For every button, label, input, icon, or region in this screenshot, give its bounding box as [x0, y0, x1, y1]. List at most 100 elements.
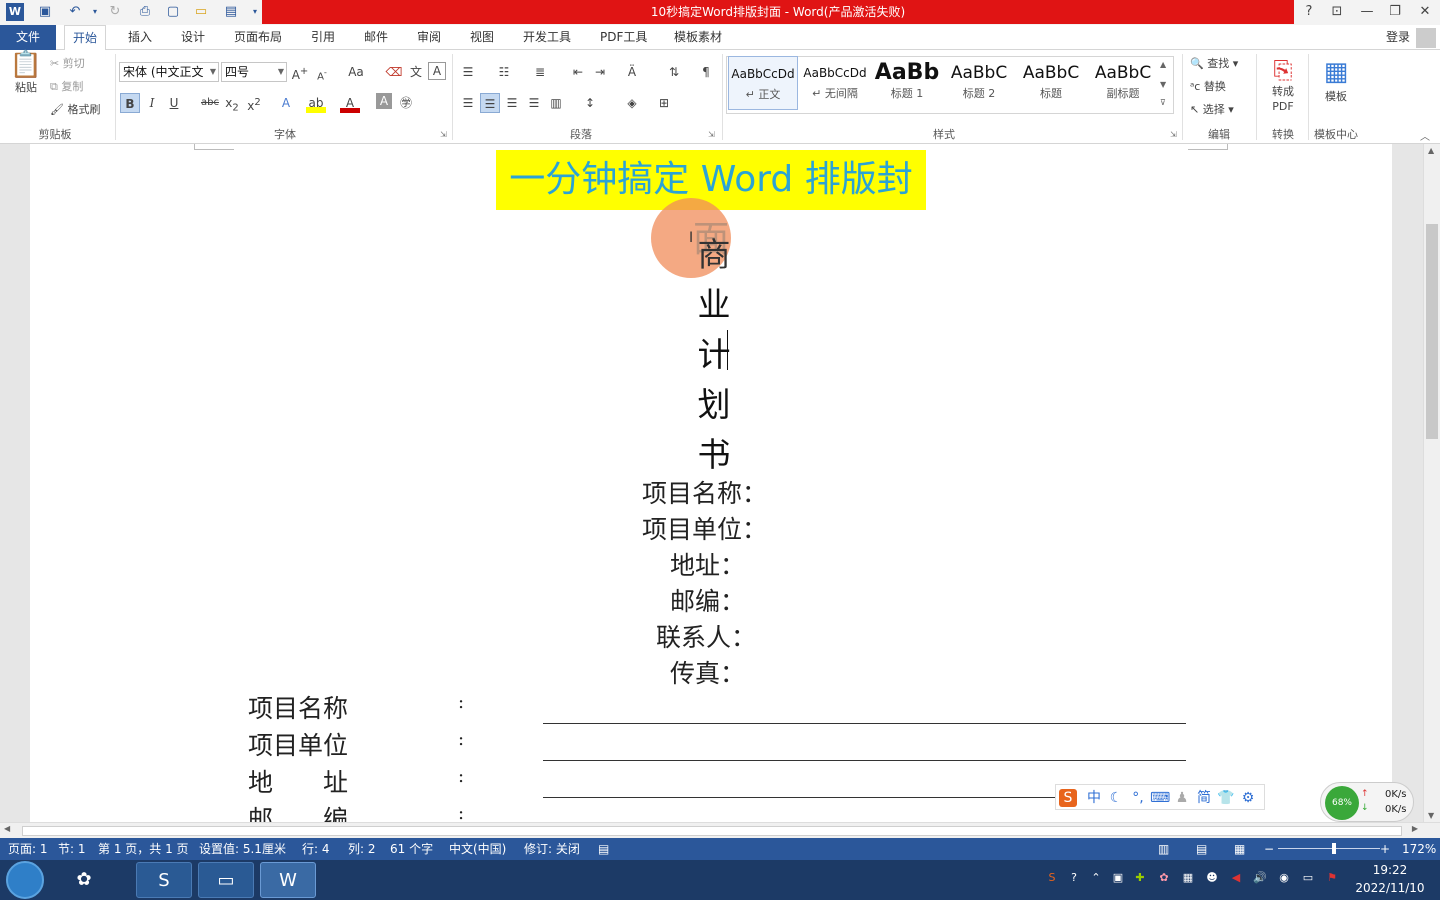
- sogou-tray-icon[interactable]: S: [1044, 870, 1060, 886]
- character-shading-icon[interactable]: A: [376, 93, 392, 109]
- tray-app-icon[interactable]: ▦: [1180, 870, 1196, 886]
- help-tray-icon[interactable]: ?: [1066, 870, 1082, 886]
- distributed-icon[interactable]: ▥: [546, 93, 566, 113]
- template-button[interactable]: ▦ 模板: [1316, 56, 1356, 106]
- tab-templates[interactable]: 模板素材: [666, 25, 730, 50]
- sogou-browser-icon[interactable]: S: [136, 862, 192, 898]
- tab-pdf-tools[interactable]: PDF工具: [592, 25, 655, 50]
- tray-app-icon[interactable]: ▣: [1110, 870, 1126, 886]
- text-effects-icon[interactable]: A: [276, 93, 296, 113]
- gear-icon[interactable]: ⚙: [1238, 788, 1258, 808]
- status-page[interactable]: 页面: 1: [8, 838, 48, 860]
- superscript-button[interactable]: x2: [244, 93, 264, 113]
- center-line[interactable]: 邮编：: [670, 582, 745, 618]
- network-icon[interactable]: ▭: [1300, 870, 1316, 886]
- avatar[interactable]: [1416, 28, 1436, 48]
- tab-design[interactable]: 设计: [173, 25, 213, 50]
- read-mode-icon[interactable]: ▥: [1158, 838, 1169, 860]
- align-right-icon[interactable]: ☰: [502, 93, 522, 113]
- scroll-up-icon[interactable]: ▲: [1160, 60, 1166, 69]
- moon-icon[interactable]: ☾: [1106, 788, 1126, 808]
- more-styles-icon[interactable]: ⊽: [1160, 98, 1166, 107]
- macro-icon[interactable]: ▤: [598, 838, 609, 860]
- tab-file[interactable]: 文件: [0, 25, 56, 50]
- collapse-ribbon-icon[interactable]: ︿: [1420, 128, 1430, 143]
- show-hidden-icons[interactable]: ⌃: [1088, 870, 1104, 886]
- picasa-icon[interactable]: ✿: [56, 862, 112, 898]
- print-preview-icon[interactable]: ⎙: [136, 3, 154, 21]
- center-line[interactable]: 项目单位：: [642, 510, 767, 546]
- center-line[interactable]: 项目名称：: [642, 474, 767, 510]
- web-layout-icon[interactable]: ▦: [1234, 838, 1245, 860]
- skin-icon[interactable]: 👕: [1216, 788, 1236, 808]
- sort-icon[interactable]: ⇅: [664, 62, 684, 82]
- word-taskbar-icon[interactable]: W: [260, 862, 316, 898]
- line-spacing-icon[interactable]: ↕: [580, 93, 600, 113]
- zoom-slider-thumb[interactable]: [1332, 843, 1336, 854]
- print-layout-icon[interactable]: ▤: [1196, 838, 1207, 860]
- center-line[interactable]: 联系人：: [656, 618, 756, 654]
- ribbon-display-options-icon[interactable]: ⊡: [1324, 2, 1350, 22]
- asian-layout-icon[interactable]: Ä: [622, 62, 642, 82]
- phonetic-guide-icon[interactable]: 文: [406, 62, 426, 82]
- italic-button[interactable]: I: [142, 93, 162, 113]
- form-label[interactable]: 地 址: [248, 763, 348, 799]
- vertical-char[interactable]: 书: [694, 428, 734, 476]
- status-section[interactable]: 节: 1: [58, 838, 86, 860]
- start-button[interactable]: [6, 861, 44, 899]
- tray-app-icon[interactable]: ◀: [1228, 870, 1244, 886]
- zoom-slider[interactable]: [1278, 848, 1380, 849]
- file-explorer-icon[interactable]: ▭: [198, 862, 254, 898]
- new-document-icon[interactable]: ▢: [164, 3, 182, 21]
- grow-font-icon[interactable]: A+: [290, 62, 310, 82]
- help-button[interactable]: ?: [1296, 2, 1322, 22]
- show-marks-icon[interactable]: ¶: [696, 62, 716, 82]
- status-track-changes[interactable]: 修订: 关闭: [524, 838, 580, 860]
- vertical-char[interactable]: 商: [694, 228, 734, 276]
- copy-button[interactable]: ⧉ 复制: [50, 78, 83, 96]
- style-subtitle[interactable]: AaBbC 副标题: [1088, 56, 1158, 110]
- volume-icon[interactable]: 🔊: [1252, 870, 1268, 886]
- scroll-right-icon[interactable]: ▶: [1412, 824, 1418, 833]
- enclose-characters-icon[interactable]: ㊫: [396, 93, 416, 113]
- network-speed-widget[interactable]: 68% ↑ ↓ 0K/s 0K/s: [1320, 782, 1414, 822]
- document-title[interactable]: 一分钟搞定 Word 排版封面: [496, 150, 926, 260]
- style-heading-1[interactable]: AaBb 标题 1: [872, 56, 942, 110]
- character-border-icon[interactable]: A: [428, 62, 446, 80]
- decrease-indent-icon[interactable]: ⇤: [568, 62, 588, 82]
- dialog-launcher-icon[interactable]: ⇲: [440, 130, 447, 139]
- form-label[interactable]: 项目名称: [248, 689, 348, 725]
- change-case-button[interactable]: Aa: [342, 62, 370, 82]
- numbering-icon[interactable]: ☷: [494, 62, 514, 82]
- keyboard-icon[interactable]: ⌨: [1150, 788, 1170, 808]
- strikethrough-button[interactable]: abc: [200, 93, 220, 113]
- style-heading-2[interactable]: AaBbC 标题 2: [944, 56, 1014, 110]
- subscript-button[interactable]: x2: [222, 93, 242, 113]
- ime-simplified[interactable]: 简: [1194, 788, 1214, 808]
- minimize-icon[interactable]: —: [1354, 2, 1380, 22]
- style-title[interactable]: AaBbC 标题: [1016, 56, 1086, 110]
- tab-references[interactable]: 引用: [303, 25, 343, 50]
- tray-app-icon[interactable]: ◉: [1276, 870, 1292, 886]
- increase-indent-icon[interactable]: ⇥: [590, 62, 610, 82]
- tab-mailings[interactable]: 邮件: [356, 25, 396, 50]
- tray-app-icon[interactable]: ✿: [1156, 870, 1172, 886]
- font-color-icon[interactable]: A: [340, 93, 360, 113]
- action-center-icon[interactable]: ⚑: [1324, 870, 1340, 886]
- clear-formatting-icon[interactable]: ⌫: [384, 62, 404, 82]
- scroll-up-icon[interactable]: ▲: [1428, 146, 1434, 155]
- vertical-char[interactable]: 业: [694, 278, 734, 326]
- tab-view[interactable]: 视图: [462, 25, 502, 50]
- clock-date[interactable]: 2022/11/10: [1350, 881, 1430, 895]
- save-icon[interactable]: ▣: [36, 3, 54, 21]
- status-row[interactable]: 行: 4: [302, 838, 330, 860]
- convert-pdf-button[interactable]: ⎘ 转成 PDF: [1262, 56, 1304, 114]
- bold-button[interactable]: B: [120, 93, 140, 113]
- tray-app-icon[interactable]: ✚: [1132, 870, 1148, 886]
- status-col[interactable]: 列: 2: [348, 838, 376, 860]
- paste-button[interactable]: 📋 粘贴: [8, 52, 44, 97]
- center-line[interactable]: 地址：: [670, 546, 745, 582]
- cut-button[interactable]: ✂ 剪切: [50, 55, 85, 73]
- underline-button[interactable]: U: [164, 93, 184, 113]
- form-label[interactable]: 邮 编: [248, 800, 348, 822]
